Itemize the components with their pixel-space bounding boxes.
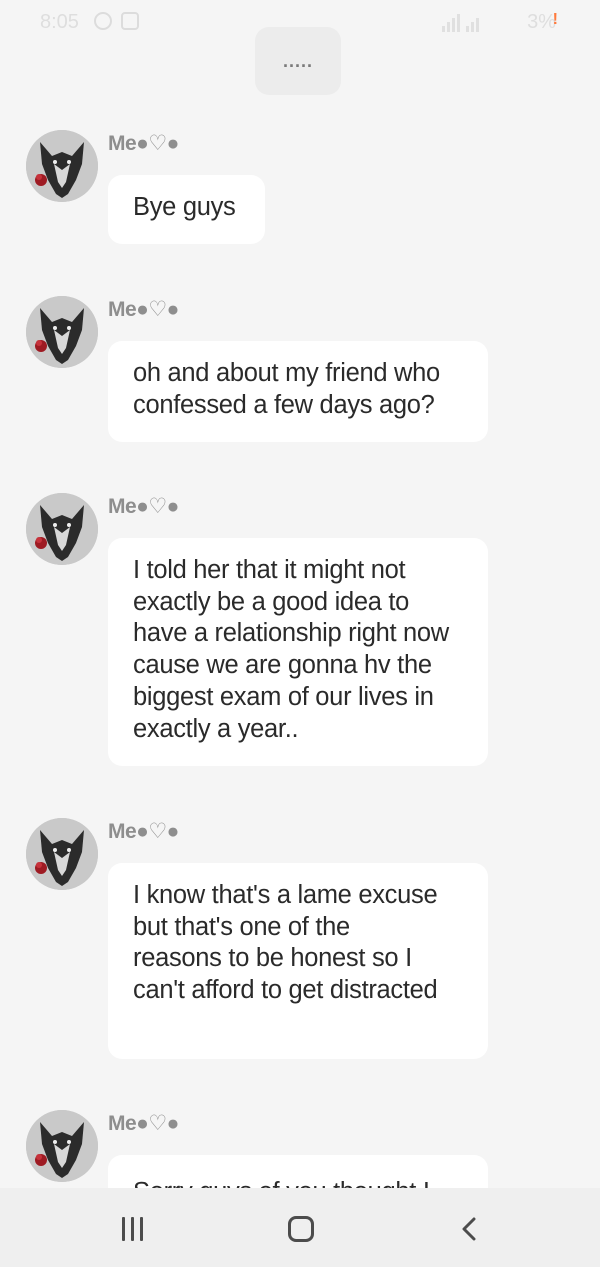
recent-apps-icon[interactable] (120, 1217, 146, 1241)
chat-screen: 8:05 3% ! ..... Me●♡● Bye guys Me●♡● oh … (0, 0, 600, 1267)
load-more-button[interactable]: ..... (255, 27, 341, 95)
battery-warning-icon: ! (552, 11, 558, 28)
back-chevron-icon[interactable] (462, 1217, 476, 1241)
home-icon[interactable] (288, 1216, 314, 1242)
status-time: 8:05 (40, 11, 79, 33)
gallery-icon (121, 12, 139, 30)
wolf-avatar-icon[interactable] (26, 493, 98, 565)
sender-name: Me●♡● (108, 820, 179, 843)
sender-name: Me●♡● (108, 298, 179, 321)
notification-icon (94, 12, 112, 30)
system-nav-bar (0, 1188, 600, 1267)
message-bubble: Bye guys (108, 175, 265, 244)
signal-icon (442, 14, 482, 32)
sender-name: Me●♡● (108, 132, 179, 155)
battery-level: 3% (527, 11, 556, 33)
message-bubble: oh and about my friend who confessed a f… (108, 341, 488, 442)
sender-name: Me●♡● (108, 1112, 179, 1135)
message-bubble: I know that's a lame excuse but that's o… (108, 863, 488, 1059)
wolf-avatar-icon[interactable] (26, 818, 98, 890)
wolf-avatar-icon[interactable] (26, 130, 98, 202)
message-bubble: I told her that it might not exactly be … (108, 538, 488, 766)
wolf-avatar-icon[interactable] (26, 296, 98, 368)
sender-name: Me●♡● (108, 495, 179, 518)
wolf-avatar-icon[interactable] (26, 1110, 98, 1182)
